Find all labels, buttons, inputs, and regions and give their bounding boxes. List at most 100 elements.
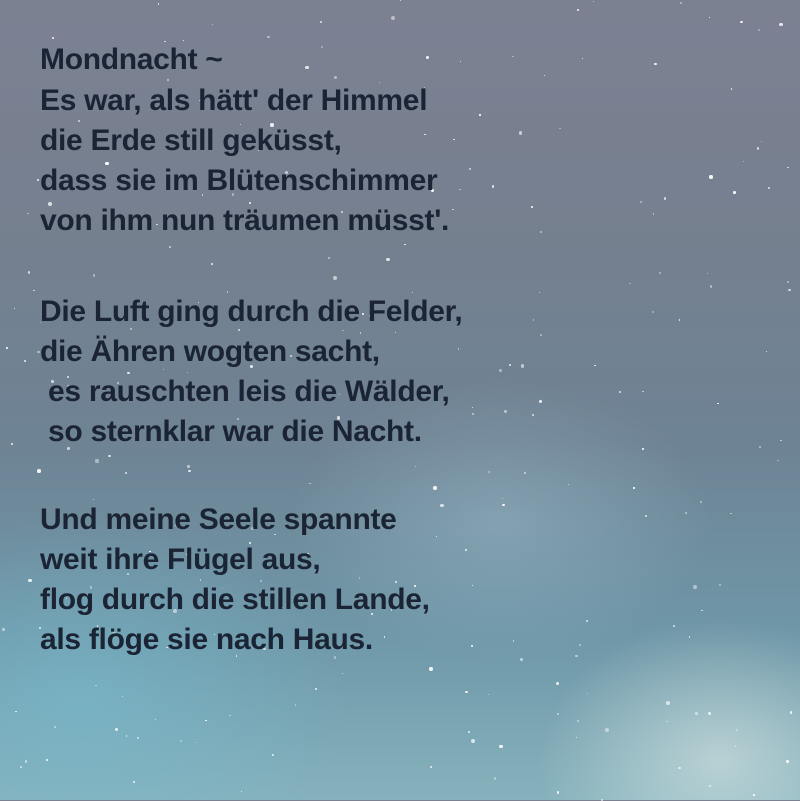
star (787, 281, 790, 284)
star (133, 780, 136, 783)
star (467, 731, 471, 734)
star (457, 348, 460, 350)
star (267, 36, 270, 39)
star (788, 288, 791, 291)
star (386, 257, 390, 261)
poem-line: von ihm nun träumen müsst'. (40, 204, 450, 237)
star (539, 230, 543, 233)
star (502, 504, 505, 507)
star (575, 736, 578, 739)
star (309, 482, 311, 485)
star (532, 414, 534, 416)
star (717, 402, 719, 405)
star (320, 46, 323, 49)
star (36, 178, 40, 182)
star (654, 63, 657, 66)
star (503, 409, 507, 413)
star (15, 710, 17, 713)
star (576, 720, 579, 723)
star (125, 471, 128, 475)
star (399, 0, 401, 2)
star (780, 439, 782, 441)
star (678, 319, 681, 321)
star (509, 364, 512, 367)
star (499, 369, 503, 373)
star (701, 609, 703, 612)
star (758, 446, 762, 449)
star (644, 514, 648, 518)
star (13, 307, 15, 309)
poem-line: Es war, als hätt' der Himmel (40, 84, 428, 117)
star (54, 725, 57, 728)
poem-title: Mondnacht ~ (40, 43, 223, 76)
star (666, 720, 668, 723)
star (194, 741, 197, 743)
star (758, 28, 761, 31)
star (24, 360, 27, 363)
star (186, 464, 191, 469)
star (469, 168, 472, 171)
star (115, 728, 119, 732)
star (659, 271, 662, 274)
star (575, 654, 578, 658)
star (459, 188, 461, 190)
star (430, 766, 432, 768)
star (555, 682, 560, 686)
star (10, 442, 13, 445)
star (640, 200, 643, 203)
star (453, 139, 455, 141)
star (37, 468, 41, 473)
star (501, 497, 504, 500)
star (211, 263, 213, 265)
star (491, 185, 495, 188)
star (391, 15, 396, 20)
star (594, 364, 596, 367)
star (520, 364, 525, 368)
poem-line: Und meine Seele spannte (40, 503, 397, 536)
star (694, 711, 698, 715)
star (567, 483, 570, 486)
star (211, 23, 213, 26)
star (652, 213, 655, 215)
star (693, 585, 697, 589)
star (414, 466, 416, 468)
star (158, 3, 160, 5)
star (295, 704, 297, 706)
star (733, 190, 737, 194)
star (465, 690, 468, 694)
star (707, 712, 712, 716)
star (768, 187, 770, 189)
star (52, 36, 55, 39)
star (333, 75, 337, 79)
star (520, 658, 524, 662)
star (472, 413, 474, 415)
star (471, 406, 473, 408)
star (581, 57, 584, 60)
star (154, 718, 157, 721)
star (540, 334, 542, 336)
star (46, 758, 49, 761)
star (512, 640, 515, 643)
star (641, 448, 644, 450)
star (518, 131, 522, 135)
star (125, 735, 127, 737)
star (440, 504, 444, 508)
star (678, 767, 681, 770)
star (730, 512, 732, 514)
star (708, 16, 710, 19)
star (532, 319, 535, 322)
star (789, 711, 793, 714)
star (479, 114, 481, 116)
star (735, 745, 737, 747)
star (651, 311, 654, 314)
star (470, 644, 473, 647)
poem-line: es rauschten leis die Wälder, (40, 375, 450, 408)
star (559, 127, 561, 130)
star (593, 0, 595, 2)
star (512, 55, 514, 58)
star (271, 753, 274, 756)
star (383, 636, 386, 638)
star (2, 628, 5, 631)
poem-line: die Ähren wogten sacht, (40, 335, 380, 368)
star (188, 469, 191, 473)
